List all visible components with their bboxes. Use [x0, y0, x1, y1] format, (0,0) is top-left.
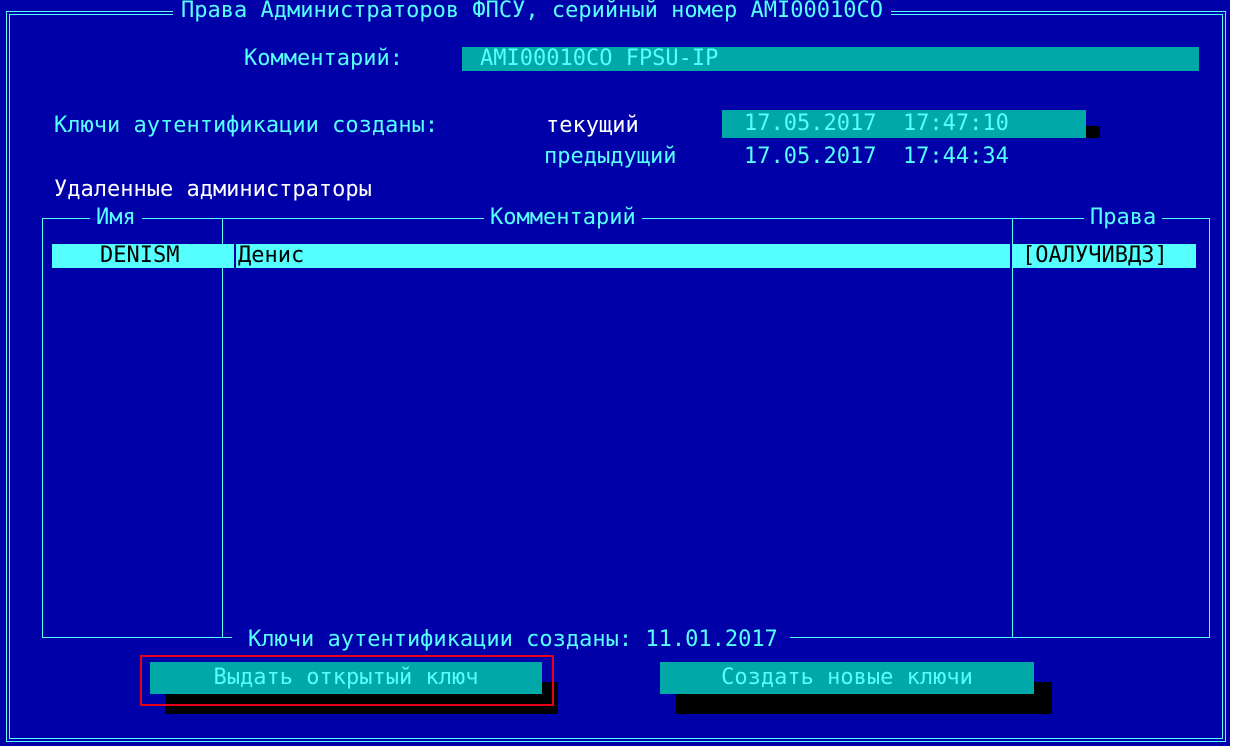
- highlight-annotation: [140, 655, 554, 706]
- auth-keys-current-field[interactable]: 17.05.2017 17:47:10: [722, 110, 1086, 138]
- column-header-rights[interactable]: Права: [1084, 206, 1163, 230]
- admins-table: [42, 218, 1210, 638]
- remote-admins-heading: Удаленные администраторы: [54, 177, 372, 202]
- table-footer: Ключи аутентификации созданы: 11.01.2017: [232, 628, 790, 652]
- fpsu-admin-rights-window: Права Администраторов ФПСУ, серийный ном…: [0, 0, 1230, 746]
- column-divider: [222, 218, 223, 638]
- column-header-comment[interactable]: Комментарий: [484, 206, 642, 230]
- auth-keys-label: Ключи аутентификации созданы:: [54, 113, 439, 138]
- comment-label: Комментарий:: [244, 46, 403, 71]
- window-title: Права Администраторов ФПСУ, серийный ном…: [173, 0, 891, 22]
- column-header-name[interactable]: Имя: [90, 206, 142, 230]
- row-name: DENISM: [100, 243, 180, 268]
- row-separator: [234, 244, 236, 268]
- table-row[interactable]: DENISM Денис [ОАЛУЧИВДЗ]: [52, 244, 1196, 268]
- auth-keys-previous-value: 17.05.2017 17:44:34: [744, 144, 1009, 169]
- comment-field[interactable]: AMI00010CO FPSU-IP: [462, 47, 1199, 71]
- auth-keys-current-label: текущий: [546, 113, 639, 138]
- auth-keys-previous-label: предыдущий: [544, 144, 677, 169]
- row-separator: [1010, 244, 1012, 268]
- column-divider: [1012, 218, 1013, 638]
- create-new-keys-button[interactable]: Создать новые ключи: [660, 662, 1034, 694]
- row-rights: [ОАЛУЧИВДЗ]: [1022, 243, 1168, 268]
- row-comment: Денис: [238, 243, 305, 268]
